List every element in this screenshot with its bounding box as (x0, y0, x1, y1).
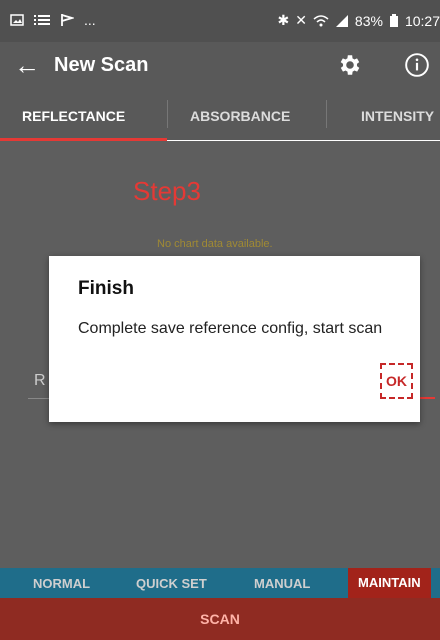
finish-dialog: Finish Complete save reference config, s… (49, 256, 420, 422)
dialog-message: Complete save reference config, start sc… (78, 320, 383, 337)
tab-intensity[interactable]: INTENSITY (361, 108, 434, 124)
scan-button[interactable]: SCAN (0, 598, 440, 640)
flag-icon (61, 14, 74, 26)
no-chart-message: No chart data available. (157, 238, 273, 250)
tab-divider (167, 100, 168, 128)
mode-normal[interactable]: NORMAL (33, 576, 90, 591)
battery-icon (389, 13, 398, 27)
mode-bar: NORMAL QUICK SET MANUAL MAINTAIN (0, 568, 440, 598)
status-right: ✱ ✕ 83% 10:27 (277, 12, 440, 29)
signal-icon (335, 14, 348, 27)
ok-button[interactable]: OK (382, 365, 411, 397)
status-ellipsis: ... (84, 12, 96, 28)
tab-reflectance[interactable]: REFLECTANCE (22, 108, 125, 124)
battery-percent: 83% (354, 12, 383, 29)
mute-icon: ✕ (295, 12, 307, 28)
mode-quick-set[interactable]: QUICK SET (136, 576, 207, 591)
arrow-left-icon[interactable]: ← (14, 51, 40, 79)
clock: 10:27 (404, 12, 440, 29)
ok-button-highlight: OK (380, 363, 413, 399)
tab-divider (326, 100, 327, 128)
dialog-title: Finish (78, 278, 134, 299)
mode-maintain[interactable]: MAINTAIN (348, 568, 431, 598)
gear-icon[interactable] (337, 52, 363, 78)
bluetooth-icon: ✱ (277, 12, 290, 28)
info-icon[interactable] (404, 52, 430, 78)
page-title: New Scan (54, 54, 149, 76)
tab-absorbance[interactable]: ABSORBANCE (190, 108, 290, 124)
app-bar: ← New Scan (0, 42, 440, 90)
reference-input-label: R (34, 372, 46, 389)
wifi-icon (313, 14, 329, 26)
tab-bar: REFLECTANCE ABSORBANCE INTENSITY (0, 90, 440, 140)
status-bar: ... ✱ ✕ 83% 10:27 (0, 0, 440, 42)
image-icon (10, 14, 24, 26)
mode-manual[interactable]: MANUAL (254, 576, 310, 591)
list-icon (34, 15, 50, 25)
notification-icons: ... (10, 12, 96, 28)
step-label: Step3 (133, 176, 201, 206)
